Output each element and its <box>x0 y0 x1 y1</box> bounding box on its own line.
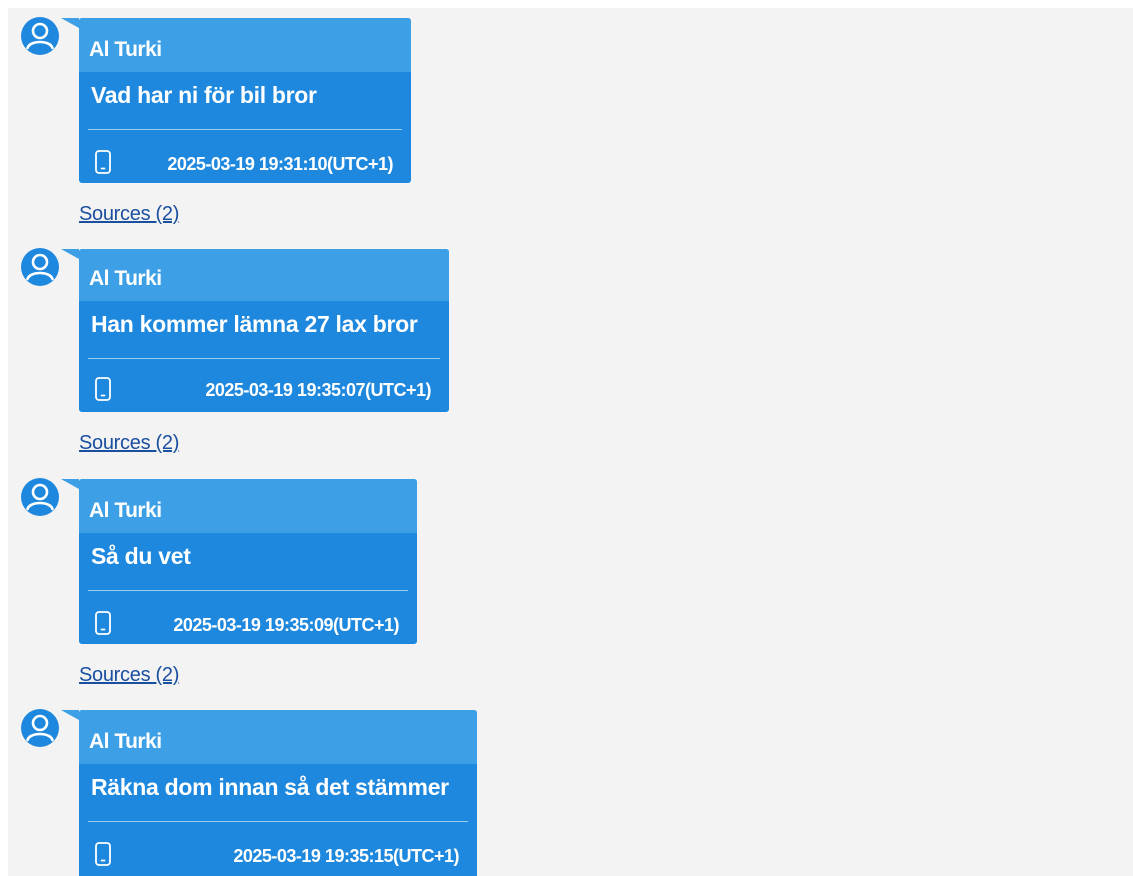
message-timestamp: 2025-03-19 19:35:09(UTC+1) <box>173 615 399 635</box>
message-header: Al Turki <box>79 18 411 72</box>
message-bubble: Al Turki Vad har ni för bil bror 2025-03… <box>61 18 411 183</box>
sources-link[interactable]: Sources (2) <box>79 664 179 687</box>
message-header: Al Turki <box>79 710 477 764</box>
phone-icon <box>95 842 111 866</box>
sources-link[interactable]: Sources (2) <box>79 432 179 455</box>
message-text: Han kommer lämna 27 lax bror <box>91 311 418 337</box>
sender-name: Al Turki <box>89 267 162 290</box>
phone-icon <box>95 150 111 174</box>
message-timestamp: 2025-03-19 19:35:15(UTC+1) <box>233 846 459 866</box>
chat-area: Al Turki Vad har ni för bil bror 2025-03… <box>8 8 1133 876</box>
message-bubble: Al Turki Han kommer lämna 27 lax bror 20… <box>61 249 449 412</box>
message-header: Al Turki <box>79 249 449 301</box>
message-header: Al Turki <box>79 479 417 533</box>
message-text: Räkna dom innan så det stämmer <box>91 774 449 800</box>
user-avatar-icon <box>21 478 59 516</box>
message-text: Så du vet <box>91 543 191 569</box>
message-bubble: Al Turki Räkna dom innan så det stämmer … <box>61 710 477 876</box>
divider <box>88 590 408 591</box>
sources-link[interactable]: Sources (2) <box>79 203 179 226</box>
phone-icon <box>95 377 111 401</box>
divider <box>88 129 402 130</box>
divider <box>88 821 468 822</box>
message-timestamp: 2025-03-19 19:31:10(UTC+1) <box>167 154 393 174</box>
message-text: Vad har ni för bil bror <box>91 82 317 108</box>
user-avatar-icon <box>21 17 59 55</box>
user-avatar-icon <box>21 248 59 286</box>
message-bubble: Al Turki Så du vet 2025-03-19 19:35:09(U… <box>61 479 417 644</box>
sender-name: Al Turki <box>89 499 162 522</box>
phone-icon <box>95 611 111 635</box>
sender-name: Al Turki <box>89 730 162 753</box>
divider <box>88 358 440 359</box>
message-timestamp: 2025-03-19 19:35:07(UTC+1) <box>205 380 431 400</box>
user-avatar-icon <box>21 709 59 747</box>
sender-name: Al Turki <box>89 38 162 61</box>
